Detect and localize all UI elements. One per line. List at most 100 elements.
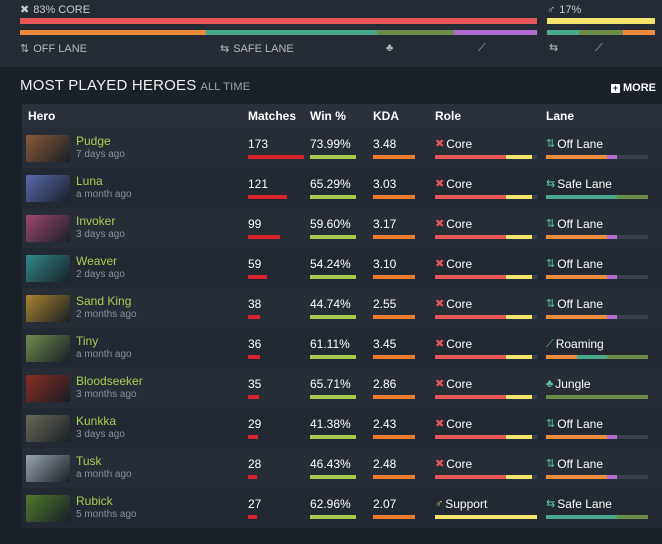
table-row[interactable]: Bloodseeker 3 months ago 35 65.71% 2.86 … bbox=[22, 368, 662, 408]
role-text: Core bbox=[446, 217, 473, 231]
win-rate-fill bbox=[310, 275, 356, 279]
lane-segment-2 bbox=[622, 30, 655, 35]
hero-cell[interactable]: Invoker 3 days ago bbox=[22, 208, 248, 248]
hero-name-link[interactable]: Kunkka bbox=[76, 415, 125, 428]
lane-segment bbox=[546, 155, 608, 159]
kda-value: 3.48 bbox=[373, 137, 397, 151]
lane-segment-1 bbox=[579, 30, 623, 35]
section-subtitle: ALL TIME bbox=[200, 81, 251, 93]
hero-portrait[interactable] bbox=[26, 214, 70, 242]
role-bar bbox=[435, 515, 537, 519]
hero-cell[interactable]: Weaver 2 days ago bbox=[22, 248, 248, 288]
lane-cell: ⇅ Off Lane bbox=[546, 288, 662, 328]
hero-name-link[interactable]: Sand King bbox=[76, 295, 137, 308]
win-rate-value: 65.29% bbox=[310, 177, 351, 191]
win-cell: 61.11% bbox=[310, 328, 373, 368]
hero-name-link[interactable]: Weaver bbox=[76, 255, 125, 268]
table-row[interactable]: Tiny a month ago 36 61.11% 3.45 ✖ Core ⟋… bbox=[22, 328, 662, 368]
win-rate-bar bbox=[310, 315, 356, 319]
win-rate-bar bbox=[310, 155, 356, 159]
role-segment bbox=[506, 355, 532, 359]
hero-portrait[interactable] bbox=[26, 334, 70, 362]
off-lane-icon: ⇅ bbox=[546, 257, 556, 270]
hero-cell[interactable]: Tiny a month ago bbox=[22, 328, 248, 368]
win-cell: 41.38% bbox=[310, 408, 373, 448]
hero-cell[interactable]: Luna a month ago bbox=[22, 168, 248, 208]
kda-bar bbox=[373, 275, 415, 279]
hero-portrait[interactable] bbox=[26, 494, 70, 522]
role-segment bbox=[531, 155, 537, 159]
hero-cell[interactable]: Bloodseeker 3 months ago bbox=[22, 368, 248, 408]
table-row[interactable]: Tusk a month ago 28 46.43% 2.48 ✖ Core ⇅… bbox=[22, 448, 662, 488]
table-row[interactable]: Sand King 2 months ago 38 44.74% 2.55 ✖ … bbox=[22, 288, 662, 328]
most-played-heroes-card: MOST PLAYED HEROES ALL TIME + MORE Hero M… bbox=[12, 67, 662, 544]
table-row[interactable]: Kunkka 3 days ago 29 41.38% 2.43 ✖ Core bbox=[22, 408, 662, 448]
table-row[interactable]: Weaver 2 days ago 59 54.24% 3.10 ✖ Core bbox=[22, 248, 662, 288]
lane-text: Safe Lane bbox=[557, 497, 612, 511]
hero-cell[interactable]: Sand King 2 months ago bbox=[22, 288, 248, 328]
header-role[interactable]: Role bbox=[435, 104, 546, 128]
lane-segment bbox=[617, 315, 648, 319]
header-matches[interactable]: Matches bbox=[248, 104, 310, 128]
kda-bar bbox=[373, 355, 415, 359]
hero-portrait[interactable] bbox=[26, 174, 70, 202]
kda-bar bbox=[373, 155, 415, 159]
matches-bar bbox=[248, 515, 257, 519]
table-row[interactable]: Luna a month ago 121 65.29% 3.03 ✖ Core bbox=[22, 168, 662, 208]
hero-name-link[interactable]: Tiny bbox=[76, 335, 132, 348]
hero-name-link[interactable]: Rubick bbox=[76, 495, 137, 508]
core-role-icon: ✖ bbox=[435, 297, 445, 310]
hero-name-link[interactable]: Invoker bbox=[76, 215, 125, 228]
lane-bar bbox=[546, 355, 648, 359]
hero-portrait[interactable] bbox=[26, 414, 70, 442]
matches-bar bbox=[248, 275, 268, 279]
matches-value: 29 bbox=[248, 417, 262, 431]
role-segment bbox=[531, 315, 537, 319]
core-percent-text: 83% CORE bbox=[33, 4, 91, 16]
hero-portrait[interactable] bbox=[26, 374, 70, 402]
table-row[interactable]: Rubick 5 months ago 27 62.96% 2.07 ♂ Sup… bbox=[22, 488, 662, 528]
role-segment bbox=[435, 155, 507, 159]
lane-segment bbox=[607, 475, 618, 479]
header-hero[interactable]: Hero bbox=[22, 104, 248, 128]
kda-value: 3.03 bbox=[373, 177, 397, 191]
hero-portrait[interactable] bbox=[26, 254, 70, 282]
role-segment bbox=[435, 515, 537, 519]
lane-cell: ⇅ Off Lane bbox=[546, 128, 662, 168]
table-row[interactable]: Invoker 3 days ago 99 59.60% 3.17 ✖ Core bbox=[22, 208, 662, 248]
header-win[interactable]: Win % bbox=[310, 104, 373, 128]
matches-value: 38 bbox=[248, 297, 262, 311]
hero-name-link[interactable]: Bloodseeker bbox=[76, 375, 143, 388]
off-lane-icon: ⇅ bbox=[546, 297, 556, 310]
hero-cell[interactable]: Tusk a month ago bbox=[22, 448, 248, 488]
safe-lane-icon: ⇆ bbox=[220, 42, 230, 55]
win-rate-bar bbox=[310, 475, 356, 479]
lane-cell: ⇆ Safe Lane bbox=[546, 168, 662, 208]
role-text: Core bbox=[446, 297, 473, 311]
hero-portrait[interactable] bbox=[26, 454, 70, 482]
kda-bar bbox=[373, 435, 415, 439]
hero-cell[interactable]: Kunkka 3 days ago bbox=[22, 408, 248, 448]
hero-cell[interactable]: Rubick 5 months ago bbox=[22, 488, 248, 528]
hero-name-link[interactable]: Pudge bbox=[76, 135, 125, 148]
win-cell: 65.29% bbox=[310, 168, 373, 208]
table-header-row: Hero Matches Win % KDA Role Lane bbox=[22, 104, 662, 128]
hero-name-link[interactable]: Tusk bbox=[76, 455, 132, 468]
hero-portrait[interactable] bbox=[26, 294, 70, 322]
win-cell: 44.74% bbox=[310, 288, 373, 328]
hero-cell[interactable]: Pudge 7 days ago bbox=[22, 128, 248, 168]
core-lane-labels: ⇅ OFF LANE ⇆ SAFE LANE ♣ ⟋ bbox=[20, 43, 537, 57]
role-summary-panel: ✖ 83% CORE ⇅ OFF LANE ⇆ SAFE LANE ♣ ⟋ ♂ … bbox=[0, 0, 662, 67]
header-kda[interactable]: KDA bbox=[373, 104, 435, 128]
header-lane[interactable]: Lane bbox=[546, 104, 662, 128]
table-row[interactable]: Pudge 7 days ago 173 73.99% 3.48 ✖ Core bbox=[22, 128, 662, 168]
more-button[interactable]: + MORE bbox=[611, 82, 656, 94]
hero-portrait[interactable] bbox=[26, 134, 70, 162]
kda-cell: 3.45 bbox=[373, 328, 435, 368]
win-rate-value: 61.11% bbox=[310, 337, 350, 351]
last-played-text: 3 days ago bbox=[76, 429, 125, 440]
hero-name-link[interactable]: Luna bbox=[76, 175, 132, 188]
win-rate-fill bbox=[310, 195, 356, 199]
win-rate-fill bbox=[310, 155, 356, 159]
kda-cell: 2.55 bbox=[373, 288, 435, 328]
